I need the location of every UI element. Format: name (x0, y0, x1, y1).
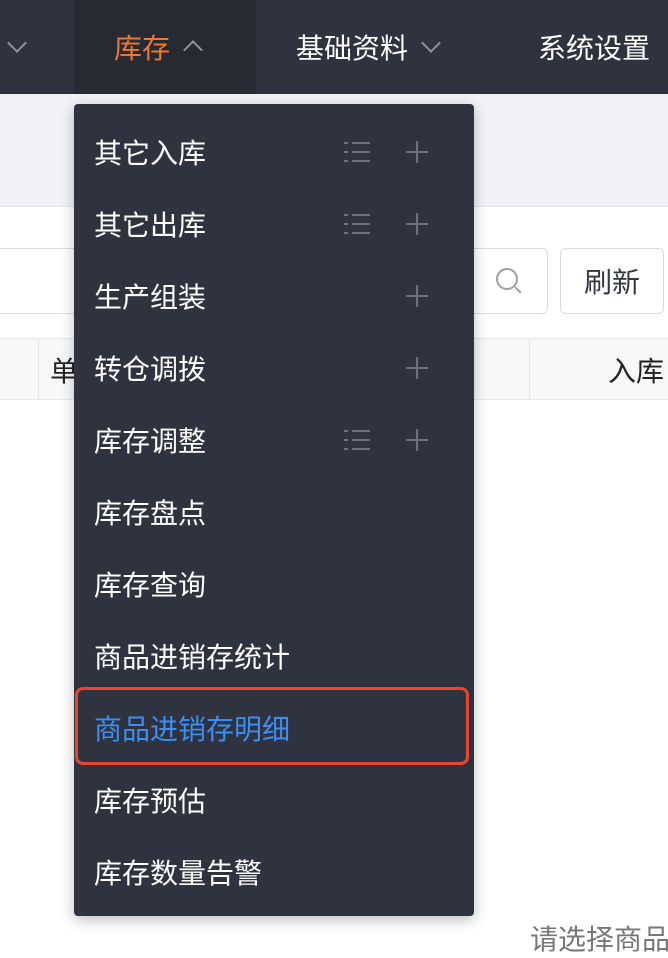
menu-item-production-assembly[interactable]: 生产组装 (74, 260, 474, 332)
menu-item-stocktake[interactable]: 库存盘点 (74, 476, 474, 548)
list-icon[interactable] (344, 430, 370, 450)
nav-item-label: 基础资料 (296, 33, 409, 64)
menu-item-inventory-query[interactable]: 库存查询 (74, 548, 474, 620)
menu-item-other-inbound[interactable]: 其它入库 (74, 116, 474, 188)
plus-icon[interactable] (406, 357, 428, 379)
nav-item-prev[interactable] (7, 0, 27, 94)
refresh-button[interactable]: 刷新 (560, 248, 664, 314)
top-nav: 库存 基础资料 系统设置 (0, 0, 668, 94)
list-icon[interactable] (344, 142, 370, 162)
column-divider (529, 338, 530, 400)
menu-item-label: 库存数量告警 (94, 858, 263, 889)
menu-item-label: 其它出库 (94, 210, 207, 241)
nav-item-system-settings[interactable]: 系统设置 (538, 0, 650, 94)
menu-item-label: 转仓调拨 (94, 354, 207, 385)
plus-icon[interactable] (406, 285, 428, 307)
menu-item-inventory-forecast[interactable]: 库存预估 (74, 764, 474, 836)
chevron-down-icon (421, 33, 441, 53)
highlight-box (75, 687, 469, 765)
menu-item-inventory-adjustment[interactable]: 库存调整 (74, 404, 474, 476)
search-icon[interactable] (496, 268, 518, 290)
menu-item-label: 商品进销存统计 (94, 642, 291, 673)
nav-item-inventory[interactable]: 库存 (74, 0, 256, 94)
list-icon[interactable] (344, 214, 370, 234)
menu-item-product-stock-stats[interactable]: 商品进销存统计 (74, 620, 474, 692)
inventory-dropdown-menu: 其它入库 其它出库 生产组装 转仓调拨 库存调整 库存盘点 库存查询 商品进销存… (74, 104, 474, 916)
menu-item-stock-quantity-alert[interactable]: 库存数量告警 (74, 836, 474, 908)
menu-item-warehouse-transfer[interactable]: 转仓调拨 (74, 332, 474, 404)
column-divider (38, 338, 39, 400)
menu-item-label: 库存查询 (94, 570, 207, 601)
nav-item-basic-data[interactable]: 基础资料 (296, 0, 441, 94)
menu-item-label: 生产组装 (94, 282, 207, 313)
chevron-down-icon (7, 33, 27, 53)
column-header-inbound: 入库 (608, 356, 665, 387)
nav-item-label: 系统设置 (538, 33, 651, 64)
menu-item-other-outbound[interactable]: 其它出库 (74, 188, 474, 260)
menu-item-label: 库存盘点 (94, 498, 207, 529)
nav-item-label: 库存 (114, 33, 171, 64)
menu-item-label: 库存调整 (94, 426, 207, 457)
menu-item-label: 其它入库 (94, 138, 207, 169)
plus-icon[interactable] (406, 429, 428, 451)
menu-item-label: 库存预估 (94, 786, 207, 817)
plus-icon[interactable] (406, 213, 428, 235)
empty-hint: 请选择商品 (530, 924, 668, 955)
chevron-up-icon (183, 40, 203, 60)
plus-icon[interactable] (406, 141, 428, 163)
